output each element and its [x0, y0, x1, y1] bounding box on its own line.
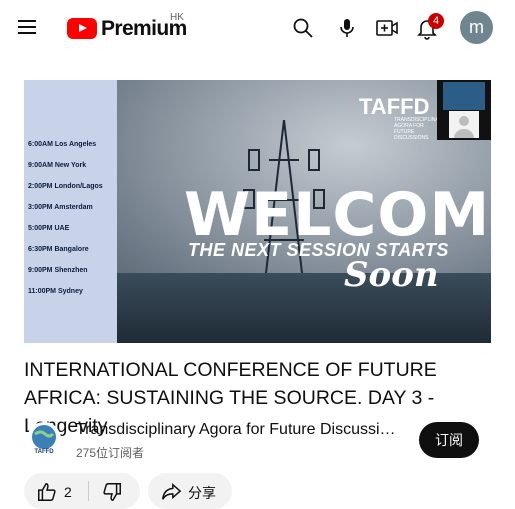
- menu-icon-line: [18, 20, 36, 22]
- speaker-thumbnails: [437, 80, 491, 140]
- search-icon[interactable]: [291, 16, 315, 40]
- channel-avatar-text: TAFFD: [34, 449, 54, 455]
- schedule-list: 6:00AM Los Angeles 9:00AM New York 2:00P…: [28, 134, 103, 302]
- schedule-item: 5:00PM UAE: [28, 225, 70, 232]
- schedule-panel: 6:00AM Los Angeles 9:00AM New York 2:00P…: [24, 80, 117, 343]
- schedule-item: 6:00AM Los Angeles: [28, 141, 97, 148]
- schedule-item: 9:00AM New York: [28, 162, 87, 169]
- speaker-video-thumbnail: [443, 82, 485, 110]
- video-player[interactable]: 6:00AM Los Angeles 9:00AM New York 2:00P…: [24, 80, 491, 343]
- participant-placeholder: [449, 111, 479, 138]
- microphone-icon[interactable]: [335, 16, 359, 40]
- channel-avatar[interactable]: TAFFD: [27, 422, 61, 456]
- subscriber-count: 275位订阅者: [76, 446, 145, 460]
- top-bar: Premium HK 4 m: [0, 0, 515, 56]
- share-button[interactable]: 分享: [148, 473, 232, 509]
- schedule-item: 11:00PM Sydney: [28, 288, 83, 295]
- like-count: 2: [64, 484, 72, 500]
- menu-button[interactable]: [16, 18, 40, 36]
- schedule-item: 9:00PM Shenzhen: [28, 267, 88, 274]
- soon-text: Soon: [344, 255, 439, 295]
- schedule-item: 2:00PM London/Lagos: [28, 183, 103, 190]
- youtube-play-icon: [67, 18, 97, 39]
- menu-icon-line: [18, 32, 36, 34]
- like-dislike-group: 2: [24, 473, 140, 509]
- globe-logo-icon: TAFFD: [32, 425, 56, 455]
- region-code: HK: [170, 12, 184, 23]
- schedule-item: 6:30PM Bangalore: [28, 246, 89, 253]
- menu-icon-line: [18, 26, 36, 28]
- subscribe-button[interactable]: 订阅: [419, 422, 479, 458]
- create-video-icon[interactable]: [375, 16, 399, 40]
- channel-name[interactable]: Transdisciplinary Agora for Future Discu…: [76, 421, 396, 439]
- person-icon: [454, 116, 474, 138]
- share-label: 分享: [188, 485, 216, 501]
- notification-count-badge: 4: [428, 13, 444, 29]
- schedule-item: 3:00PM Amsterdam: [28, 204, 93, 211]
- dislike-button[interactable]: [89, 473, 140, 509]
- account-avatar[interactable]: m: [460, 11, 493, 44]
- like-button[interactable]: 2: [24, 473, 88, 509]
